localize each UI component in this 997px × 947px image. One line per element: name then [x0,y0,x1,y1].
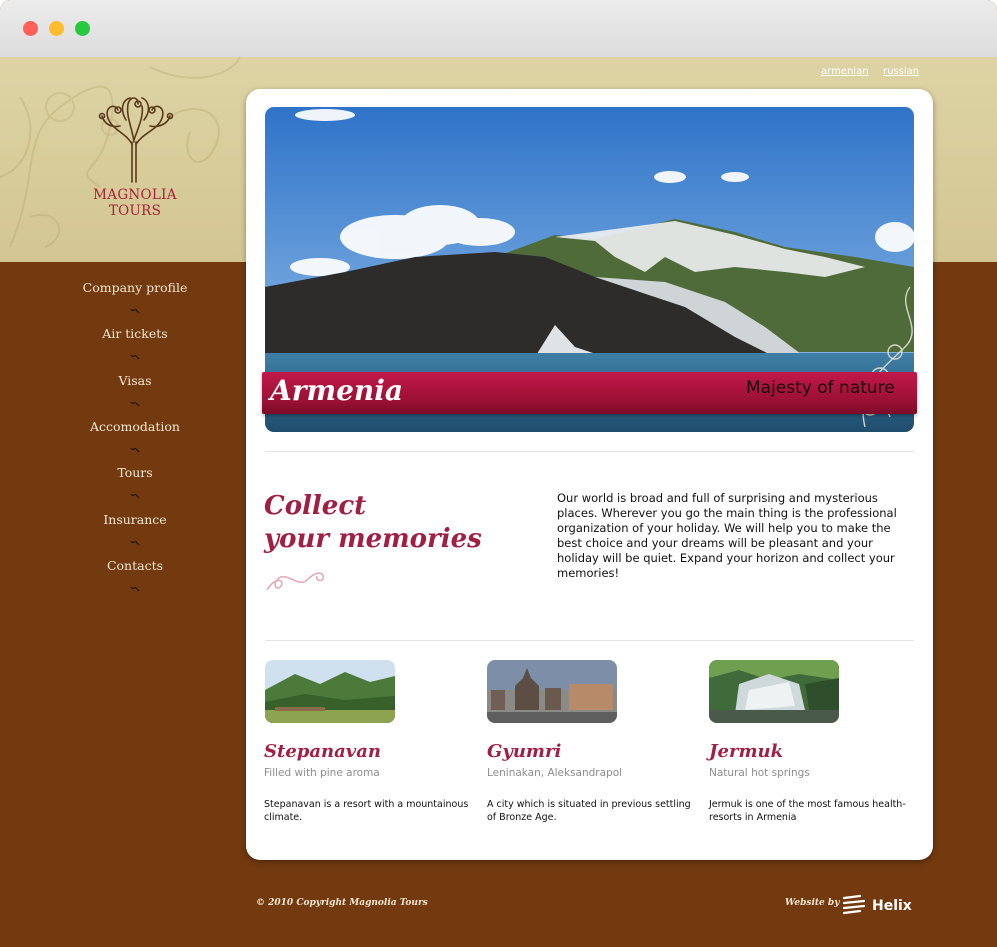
close-window-button[interactable] [23,21,38,36]
nav-separator-icon [130,401,140,407]
destination-description: Jermuk is one of the most famous health-… [709,799,906,823]
nav-item-accomodation[interactable]: Accomodation [60,419,210,434]
nav-item-insurance[interactable]: Insurance [60,512,210,527]
divider [265,640,914,641]
hero-title: Armenia [270,374,404,407]
destination-title-stepanavan[interactable]: Stepanavan [264,741,381,762]
divider [265,451,914,452]
destination-subtitle: Filled with pine aroma [264,767,380,779]
nav-separator-icon [130,447,140,453]
intro-heading: Collect your memories [264,490,482,556]
nav-item-contacts[interactable]: Contacts [60,558,210,573]
logo-wordmark[interactable]: MAGNOLIA TOURS [60,187,210,219]
nav-separator-icon [130,308,140,314]
destination-title-jermuk[interactable]: Jermuk [709,741,783,762]
helix-agency-link[interactable]: Helix [872,898,912,914]
hero-subtitle: Majesty of nature [746,378,895,398]
maximize-window-button[interactable] [75,21,90,36]
footer-website-by: Website by [785,898,840,908]
helix-logo-icon[interactable] [842,894,868,916]
nav-separator-icon [130,540,140,546]
gyumri-thumbnail-image[interactable] [487,660,617,723]
lang-russian-link[interactable]: russian [883,66,919,77]
nav-separator-icon [130,493,140,499]
jermuk-thumbnail-image[interactable] [709,660,839,723]
magnolia-tree-logo-icon[interactable] [90,92,180,184]
nav-item-tours[interactable]: Tours [60,465,210,480]
nav-separator-icon [130,586,140,592]
footer-copyright: © 2010 Copyright Magnolia Tours [256,898,428,908]
nav-item-air-tickets[interactable]: Air tickets [60,326,210,341]
destination-subtitle: Leninakan, Aleksandrapol [487,767,623,779]
destination-title-gyumri[interactable]: Gyumri [487,741,561,762]
logo-line-1: MAGNOLIA [93,187,177,203]
window-titlebar [0,0,997,58]
nav-item-company-profile[interactable]: Company profile [60,280,210,295]
stepanavan-thumbnail-image[interactable] [265,660,395,723]
intro-heading-line-1: Collect [264,491,367,521]
swirl-ornament-icon [266,572,324,591]
nav-item-visas[interactable]: Visas [60,373,210,388]
nav-separator-icon [130,354,140,360]
destination-description: A city which is situated in previous set… [487,799,691,823]
browser-window: armenian russian MAGNOLIA TOURS Company … [0,0,997,947]
minimize-window-button[interactable] [49,21,64,36]
intro-heading-line-2: your memories [264,524,482,554]
destination-subtitle: Natural hot springs [709,767,810,779]
destination-description: Stepanavan is a resort with a mountainou… [264,799,469,823]
lang-armenian-link[interactable]: armenian [821,66,869,77]
logo-line-2: TOURS [108,203,162,219]
intro-text: Our world is broad and full of surprisin… [557,491,897,580]
